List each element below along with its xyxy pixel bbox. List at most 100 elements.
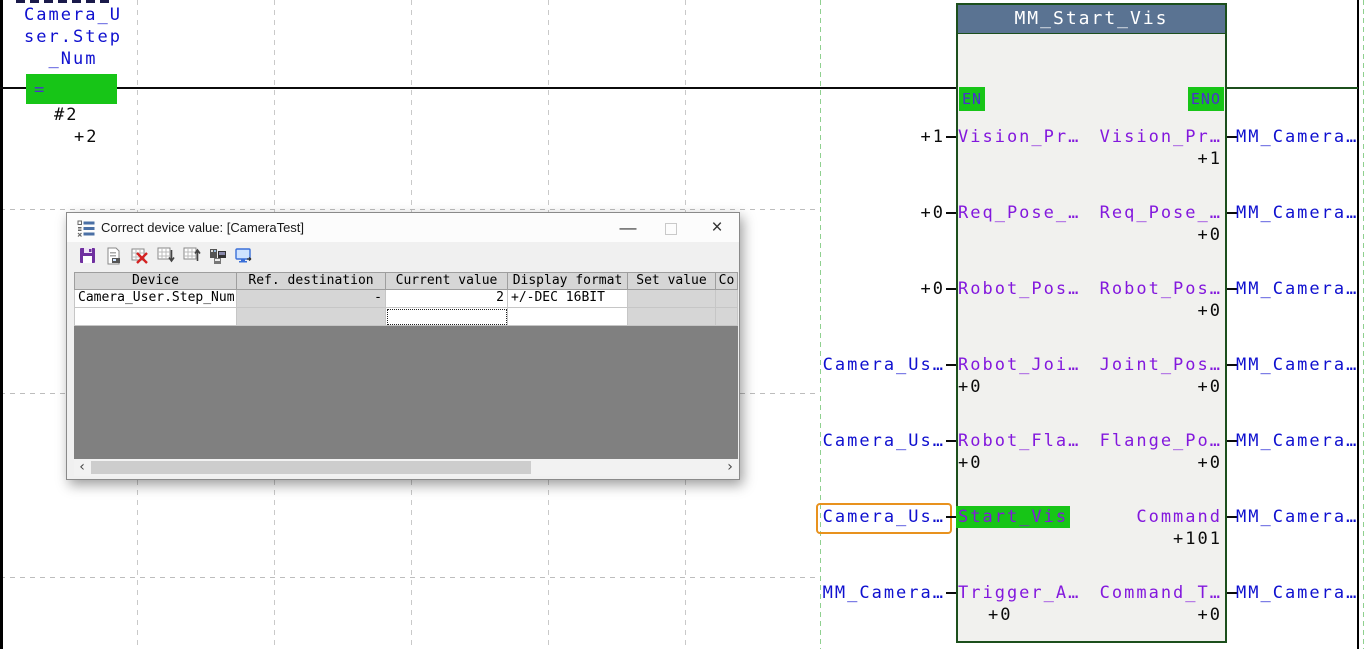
clipped-text-sliver	[16, 0, 112, 3]
fb-input-pin[interactable]: Robot_Pos…	[958, 278, 1080, 300]
delete-row-icon[interactable]	[130, 246, 150, 266]
grid-line-horizontal	[0, 577, 820, 578]
right-power-rail	[1357, 0, 1359, 649]
device-cell[interactable]: Camera_User.Step_Num	[74, 290, 237, 308]
fb-input-value: +0	[958, 376, 982, 398]
current-value-cell-focused[interactable]	[386, 308, 508, 326]
function-block-title: MM_Start_Vis	[956, 8, 1227, 30]
fb-right-operand[interactable]: MM_Camera…	[1236, 354, 1358, 376]
fb-input-pin[interactable]: Req_Pose_…	[958, 202, 1080, 224]
fb-input-pin[interactable]: Robot_Fla…	[958, 430, 1080, 452]
fb-output-value: +0	[1198, 452, 1222, 474]
scroll-right-arrow[interactable]: ›	[722, 459, 738, 476]
eno-pin[interactable]: ENO	[1188, 87, 1224, 111]
ref-destination-cell	[237, 308, 386, 326]
minimize-button[interactable]: —	[611, 216, 645, 239]
column-header: Current value	[386, 272, 508, 290]
fb-input-pin[interactable]: Trigger_A…	[958, 582, 1080, 604]
fb-output-pin[interactable]: Vision_Pr…	[1100, 126, 1222, 148]
rung-line	[0, 87, 956, 89]
contact-operand-line: _Num	[49, 49, 98, 69]
fb-left-operand[interactable]: MM_Camera…	[823, 582, 945, 604]
pin-connector	[946, 440, 956, 442]
set-value-cell[interactable]	[628, 308, 716, 326]
device-cell[interactable]	[74, 308, 237, 326]
fb-input-pin[interactable]: Robot_Joi…	[958, 354, 1080, 376]
insert-row-below-icon[interactable]	[156, 246, 176, 266]
fb-output-pin[interactable]: Flange_Po…	[1100, 430, 1222, 452]
ref-destination-cell: -	[237, 290, 386, 308]
left-power-rail	[0, 0, 3, 649]
fb-output-pin[interactable]: Joint_Pos…	[1100, 354, 1222, 376]
fb-output-value: +0	[1198, 604, 1222, 626]
fb-left-operand[interactable]: +0	[921, 202, 945, 224]
device-memory-diagram-icon[interactable]	[208, 246, 228, 266]
ladder-editor-screen: Camera_User.Step_Num = #2 +2 MM_Start_Vi…	[0, 0, 1370, 649]
fb-left-operand[interactable]: Camera_Us…	[823, 506, 945, 528]
fb-right-operand[interactable]: MM_Camera…	[1236, 202, 1358, 224]
fb-output-value: +0	[1198, 300, 1222, 322]
column-header: Display format	[508, 272, 628, 290]
fb-output-pin[interactable]: Command	[1136, 506, 1222, 528]
column-header: Co	[716, 272, 738, 290]
fb-output-pin[interactable]: Command_T…	[1100, 582, 1222, 604]
fb-input-pin[interactable]: Vision_Pr…	[958, 126, 1080, 148]
contact-operand-label[interactable]: Camera_User.Step_Num	[8, 4, 138, 70]
current-value-cell[interactable]: 2	[386, 290, 508, 308]
fb-left-operand[interactable]: +0	[921, 278, 945, 300]
fb-right-operand[interactable]: MM_Camera…	[1236, 126, 1358, 148]
pin-connector	[946, 136, 956, 138]
table-header-row: Device Ref. destination Current value Di…	[74, 272, 738, 290]
fb-right-operand[interactable]: MM_Camera…	[1236, 278, 1358, 300]
pin-connector	[946, 516, 956, 518]
register-to-device-memory-icon[interactable]	[104, 246, 124, 266]
co-cell	[716, 290, 738, 308]
grid-line-horizontal	[0, 209, 820, 210]
close-button[interactable]: ×	[700, 216, 734, 239]
pin-connector	[946, 212, 956, 214]
contact-monitor-value: +2	[74, 126, 98, 148]
fb-right-operand[interactable]: MM_Camera…	[1236, 430, 1358, 452]
contact-operand-line: Camera_U	[24, 5, 122, 25]
co-cell	[716, 308, 738, 326]
monitor-display-icon[interactable]	[234, 246, 254, 266]
display-format-cell[interactable]: +/-DEC 16BIT	[508, 290, 628, 308]
table-empty-area	[74, 326, 738, 459]
fb-output-value: +0	[1198, 376, 1222, 398]
fb-right-operand[interactable]: MM_Camera…	[1236, 582, 1358, 604]
insert-row-above-icon[interactable]	[182, 246, 202, 266]
set-value-cell[interactable]	[628, 290, 716, 308]
table-row	[74, 308, 738, 326]
fb-output-value: +0	[1198, 224, 1222, 246]
fb-input-pin-active[interactable]: Start_Vis	[956, 506, 1070, 528]
rung-line	[1227, 87, 1358, 89]
page-boundary-line	[1363, 0, 1364, 649]
horizontal-scrollbar[interactable]: ‹ ›	[74, 459, 738, 476]
contact-step-literal: #2	[54, 104, 78, 126]
en-pin[interactable]: EN	[959, 87, 985, 111]
scrollbar-thumb[interactable]	[91, 461, 531, 474]
fb-output-pin[interactable]: Req_Pose_…	[1100, 202, 1222, 224]
dialog-title: Correct device value: [CameraTest]	[101, 220, 304, 235]
dialog-titlebar[interactable]: Correct device value: [CameraTest] — ×	[67, 213, 739, 242]
column-header: Device	[74, 272, 237, 290]
fb-left-operand[interactable]: Camera_Us…	[823, 354, 945, 376]
column-header: Set value	[628, 272, 716, 290]
fb-input-value: +0	[988, 604, 1012, 626]
pin-connector	[946, 364, 956, 366]
table-row: Camera_User.Step_Num - 2 +/-DEC 16BIT	[74, 290, 738, 308]
column-header: Ref. destination	[237, 272, 386, 290]
fb-left-operand[interactable]: +1	[921, 126, 945, 148]
page-boundary-line	[820, 0, 821, 649]
save-icon[interactable]	[78, 246, 98, 266]
pin-connector	[946, 288, 956, 290]
fb-output-pin[interactable]: Robot_Pos…	[1100, 278, 1222, 300]
display-format-cell[interactable]	[508, 308, 628, 326]
fb-right-operand[interactable]: MM_Camera…	[1236, 506, 1358, 528]
maximize-button	[665, 223, 677, 235]
scroll-left-arrow[interactable]: ‹	[74, 459, 90, 476]
comparison-operator: =	[34, 79, 46, 101]
fb-left-operand[interactable]: Camera_Us…	[823, 430, 945, 452]
fb-output-value: +101	[1173, 528, 1222, 550]
dialog-toolbar	[67, 242, 739, 270]
